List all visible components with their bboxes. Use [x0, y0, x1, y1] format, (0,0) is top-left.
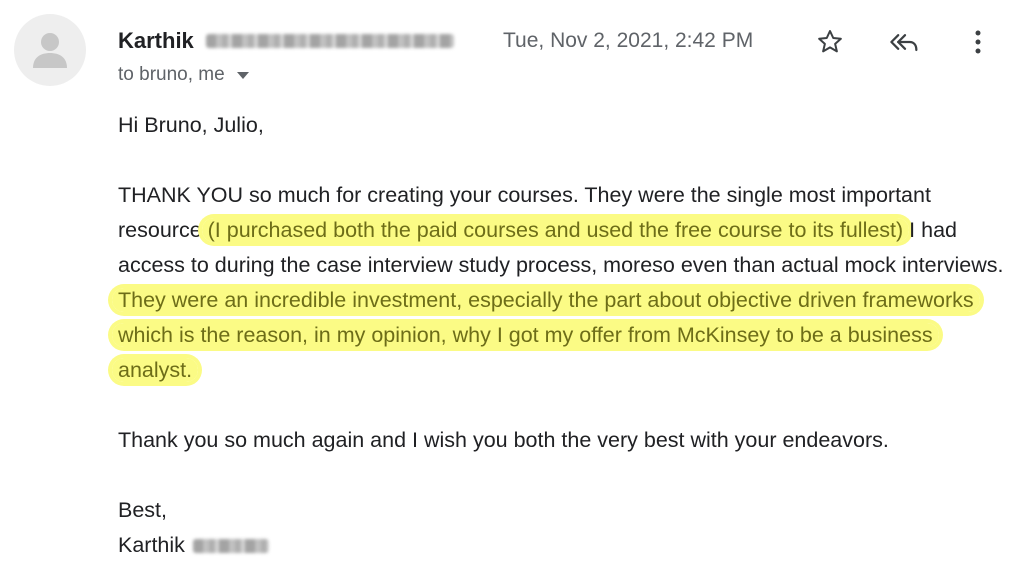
message-body: Hi Bruno, Julio, THANK YOU so much for c… [112, 108, 1008, 563]
star-button[interactable] [810, 22, 850, 62]
greeting: Hi Bruno, Julio, [118, 113, 264, 137]
message-date: Tue, Nov 2, 2021, 2:42 PM [503, 29, 754, 52]
avatar [14, 14, 86, 86]
recipients-row: to bruno, me [118, 64, 249, 86]
highlight-2: They were an incredible investment, espe… [112, 288, 980, 382]
signoff: Best, [118, 498, 167, 522]
redacted-surname [192, 539, 269, 554]
star-icon [818, 30, 842, 53]
sender-name[interactable]: Karthik [118, 28, 194, 54]
person-icon [33, 33, 67, 68]
chevron-down-icon[interactable] [236, 71, 249, 79]
reply-all-button[interactable] [885, 22, 925, 62]
paragraph-1: THANK YOU so much for creating your cour… [112, 178, 1008, 388]
signature: Karthik [118, 528, 1008, 563]
highlight-1: (I purchased both the paid courses and u… [201, 218, 910, 242]
signature-name: Karthik [118, 533, 185, 557]
redacted-email [205, 34, 454, 48]
sender-row: Karthik [118, 26, 454, 56]
reply-all-icon [890, 34, 918, 52]
more-options-button[interactable] [958, 22, 998, 62]
more-vert-icon [975, 30, 981, 54]
paragraph-2: Thank you so much again and I wish you b… [118, 428, 889, 452]
recipients-text: to bruno, me [118, 64, 225, 85]
